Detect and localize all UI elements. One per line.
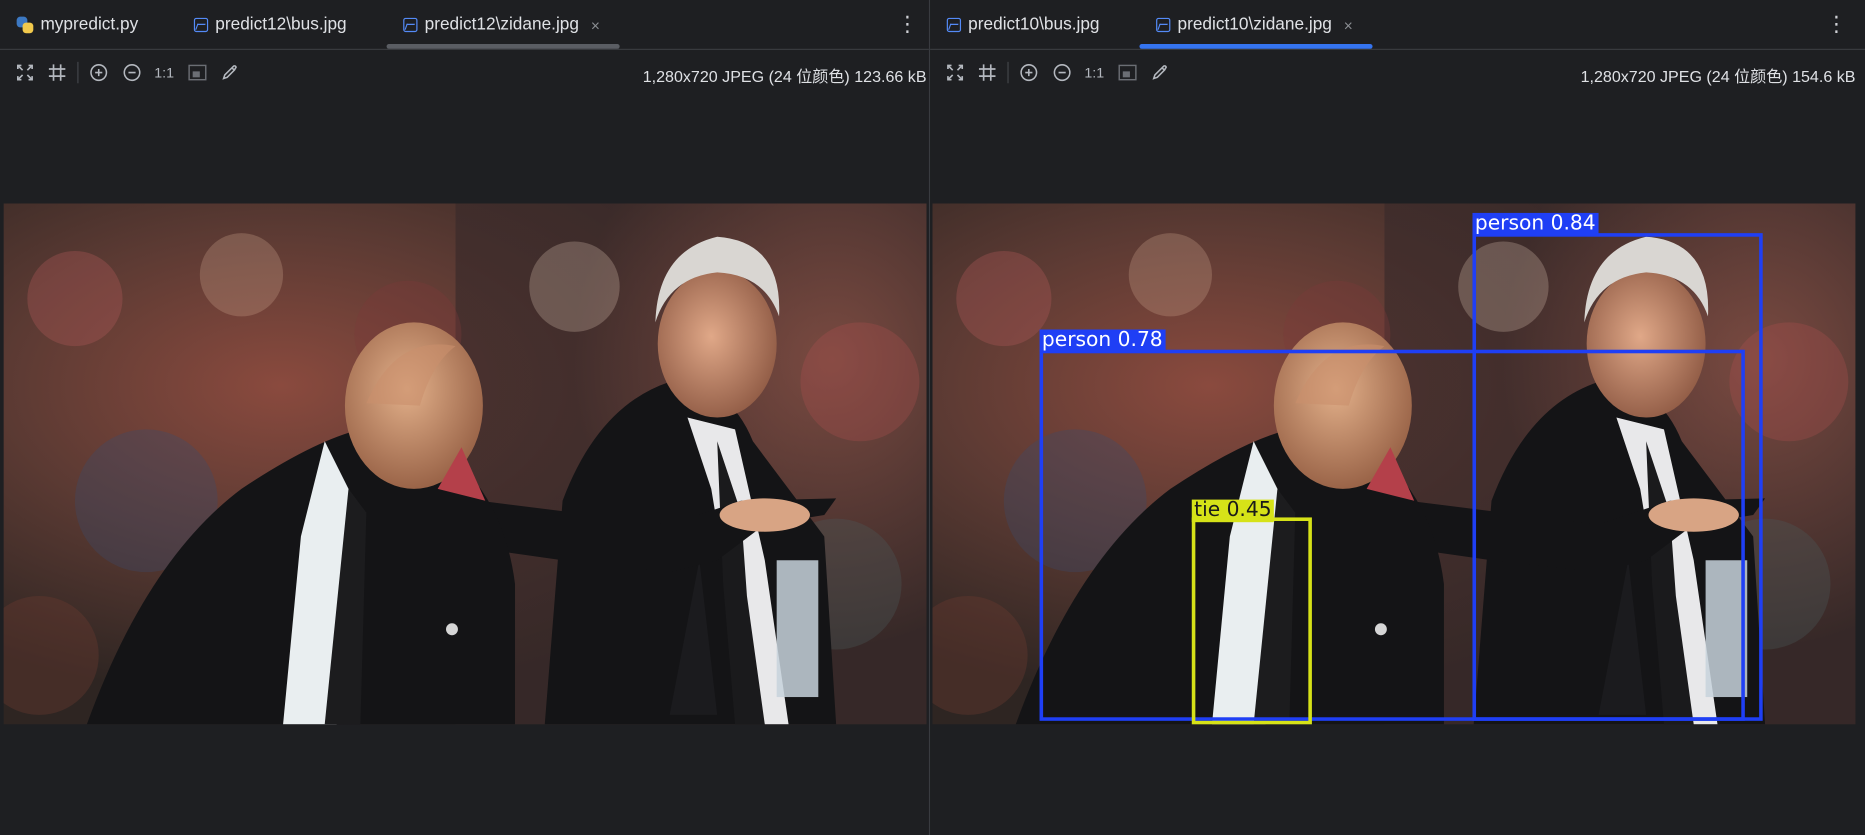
fit-to-window-icon[interactable] xyxy=(943,61,967,85)
tab-label: predict10\zidane.jpg xyxy=(1177,15,1332,35)
actual-size-button[interactable]: 1:1 xyxy=(1081,61,1107,85)
right-editor-pane: predict10\bus.jpg predict10\zidane.jpg ×… xyxy=(930,0,1865,835)
right-tab-bar: predict10\bus.jpg predict10\zidane.jpg ×… xyxy=(930,0,1865,50)
grid-icon[interactable] xyxy=(45,61,69,85)
detection-label: person 0.84 xyxy=(1472,212,1598,236)
tab-predict12-bus[interactable]: predict12\bus.jpg xyxy=(193,0,347,50)
actual-size-button[interactable]: 1:1 xyxy=(151,61,177,85)
active-tab-indicator xyxy=(386,44,620,49)
image-preview-with-detections: person 0.84 person 0.78 tie 0.45 xyxy=(932,203,1855,724)
background-toggle-icon[interactable] xyxy=(186,61,210,85)
background-toggle-icon[interactable] xyxy=(1116,61,1140,85)
file-info-label: 1,280x720 JPEG (24 位颜色) 154.6 kB xyxy=(1580,67,1856,86)
detection-box-tie xyxy=(1191,517,1312,725)
toolbar-separator xyxy=(1007,61,1009,84)
active-tab-indicator xyxy=(1139,44,1373,49)
image-file-icon xyxy=(403,17,418,33)
tab-predict10-zidane[interactable]: predict10\zidane.jpg × xyxy=(1156,0,1353,50)
zoom-out-icon[interactable] xyxy=(120,61,144,85)
zoom-out-icon[interactable] xyxy=(1050,61,1074,85)
detection-label: person 0.78 xyxy=(1039,329,1166,353)
image-preview xyxy=(4,203,927,724)
left-editor-pane: mypredict.py predict12\bus.jpg predict12… xyxy=(0,0,929,835)
color-picker-icon[interactable] xyxy=(218,61,242,85)
python-file-icon xyxy=(16,16,34,34)
close-tab-icon[interactable]: × xyxy=(591,16,600,34)
toolbar-separator xyxy=(77,61,79,84)
tab-predict12-zidane[interactable]: predict12\zidane.jpg × xyxy=(403,0,600,50)
color-picker-icon[interactable] xyxy=(1148,61,1172,85)
close-tab-icon[interactable]: × xyxy=(1344,16,1353,34)
tab-label: predict12\zidane.jpg xyxy=(424,15,579,35)
zoom-in-icon[interactable] xyxy=(87,61,111,85)
image-viewer-window: mypredict.py predict12\bus.jpg predict12… xyxy=(0,0,1865,835)
file-info-label: 1,280x720 JPEG (24 位颜色) 123.66 kB xyxy=(642,67,927,86)
tab-label: predict10\bus.jpg xyxy=(968,15,1100,35)
tab-mypredict-py[interactable]: mypredict.py xyxy=(16,0,139,50)
image-file-icon xyxy=(946,17,962,33)
more-options-icon[interactable]: ⋮ xyxy=(897,12,918,36)
fit-to-window-icon[interactable] xyxy=(13,61,37,85)
image-file-icon xyxy=(193,17,209,33)
detection-label: tie 0.45 xyxy=(1191,499,1274,523)
more-options-icon[interactable]: ⋮ xyxy=(1826,12,1847,36)
zoom-in-icon[interactable] xyxy=(1017,61,1041,85)
tab-predict10-bus[interactable]: predict10\bus.jpg xyxy=(946,0,1100,50)
image-file-icon xyxy=(1156,17,1171,33)
left-tab-bar: mypredict.py predict12\bus.jpg predict12… xyxy=(0,0,929,50)
detection-box-person xyxy=(1039,349,1745,721)
tab-label: predict12\bus.jpg xyxy=(215,15,347,35)
tab-label: mypredict.py xyxy=(40,15,139,35)
grid-icon[interactable] xyxy=(975,61,999,85)
